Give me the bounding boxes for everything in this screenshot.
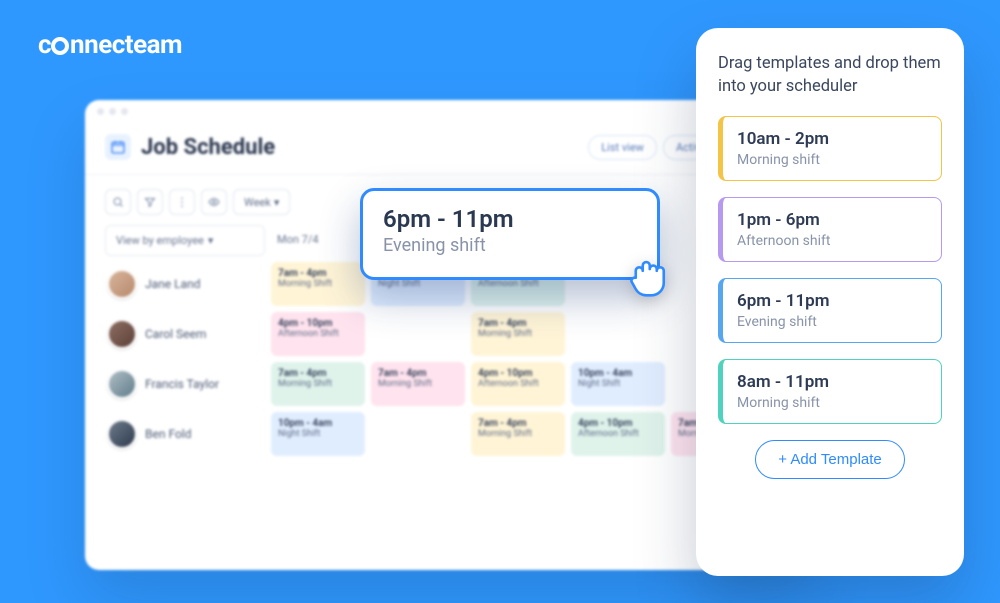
shift-cell[interactable]: 7am - 4pmMorning Shift (371, 362, 465, 406)
search-icon[interactable] (105, 189, 131, 215)
employee-name: Ben Fold (145, 427, 191, 441)
template-time: 10am - 2pm (737, 129, 927, 149)
shift-label: Afternoon Shift (478, 379, 558, 389)
grab-cursor-icon (620, 248, 676, 304)
visibility-icon[interactable] (201, 189, 227, 215)
brand-logo: cnnecteam (38, 30, 182, 60)
shift-cell[interactable]: 4pm - 10pmAfternoon Shift (271, 312, 365, 356)
shift-cell (371, 312, 465, 356)
shift-cell[interactable]: 10pm - 4amNight Shift (271, 412, 365, 456)
shift-cell[interactable]: 4pm - 10pmAfternoon Shift (471, 362, 565, 406)
chevron-down-icon: ▾ (208, 234, 214, 247)
employee-cell[interactable]: Carol Seem (105, 312, 265, 356)
employee-name: Carol Seem (145, 327, 206, 341)
employee-cell[interactable]: Ben Fold (105, 412, 265, 456)
shift-cell[interactable]: 7am - 4pmMorning Shift (271, 362, 365, 406)
dragged-template-card[interactable]: 6pm - 11pm Evening shift (360, 188, 660, 280)
shift-cell[interactable]: 10pm - 4amNight Shift (571, 362, 665, 406)
week-selector[interactable]: Week ▾ (233, 189, 290, 215)
template-label: Morning shift (737, 395, 927, 411)
shift-label: Morning Shift (378, 379, 458, 389)
shift-label: Night Shift (578, 379, 658, 389)
add-template-button[interactable]: + Add Template (755, 440, 905, 479)
shift-time: 7am - 4pm (478, 418, 558, 429)
templates-panel: Drag templates and drop them into your s… (696, 28, 964, 576)
shift-label: Morning Shift (478, 329, 558, 339)
logo-o-icon (51, 37, 69, 55)
avatar (107, 319, 137, 349)
shift-cell (571, 312, 665, 356)
shift-cell[interactable]: 7am - 4pmMorning Shift (471, 412, 565, 456)
schedule-row: Ben Fold 10pm - 4amNight Shift 7am - 4pmMo… (105, 412, 795, 456)
avatar (107, 269, 137, 299)
shift-time: 7am - 4pm (278, 268, 358, 279)
template-label: Afternoon shift (737, 233, 927, 249)
shift-cell (371, 412, 465, 456)
employee-cell[interactable]: Jane Land (105, 262, 265, 306)
shift-time: 7am - 4pm (278, 368, 358, 379)
shift-cell[interactable]: 4pm - 10pmAfternoon Shift (571, 412, 665, 456)
view-by-selector[interactable]: View by employee ▾ (105, 225, 265, 256)
list-view-button[interactable]: List view (588, 135, 657, 160)
employee-name: Jane Land (145, 277, 201, 291)
template-label: Evening shift (737, 314, 927, 330)
shift-label: Night Shift (278, 429, 358, 439)
shift-time: 7am - 4pm (478, 318, 558, 329)
shift-label: Afternoon Shift (278, 329, 358, 339)
shift-label: Morning Shift (278, 379, 358, 389)
template-card[interactable]: 8am - 11pm Morning shift (718, 359, 942, 424)
shift-label: Night Shift (378, 279, 458, 289)
employee-cell[interactable]: Francis Taylor (105, 362, 265, 406)
more-icon[interactable]: ⋮ (169, 189, 195, 215)
shift-time: 4pm - 10pm (478, 368, 558, 379)
panel-title: Drag templates and drop them into your s… (718, 52, 942, 98)
shift-cell[interactable]: 7am - 4pmMorning Shift (471, 312, 565, 356)
dragged-card-time: 6pm - 11pm (383, 205, 637, 233)
calendar-icon (105, 134, 131, 160)
shift-label: Morning Shift (278, 279, 358, 289)
shift-label: Morning Shift (478, 429, 558, 439)
shift-label: Afternoon Shift (578, 429, 658, 439)
template-time: 1pm - 6pm (737, 210, 927, 230)
employee-name: Francis Taylor (145, 377, 219, 391)
day-header: Mon 7/4 (271, 225, 365, 256)
shift-time: 10pm - 4am (578, 368, 658, 379)
logo-text: nnecteam (70, 30, 182, 60)
template-time: 8am - 11pm (737, 372, 927, 392)
shift-time: 10pm - 4am (278, 418, 358, 429)
shift-time: 7am - 4pm (378, 368, 458, 379)
shift-time: 4pm - 10pm (578, 418, 658, 429)
template-card[interactable]: 10am - 2pm Morning shift (718, 116, 942, 181)
avatar (107, 369, 137, 399)
template-card[interactable]: 6pm - 11pm Evening shift (718, 278, 942, 343)
page-title: Job Schedule (141, 135, 582, 160)
dragged-card-label: Evening shift (383, 235, 637, 256)
shift-label: Afternoon Shift (478, 279, 558, 289)
chevron-down-icon: ▾ (274, 196, 280, 209)
shift-time: 4pm - 10pm (278, 318, 358, 329)
shift-cell[interactable]: 7am - 4pmMorning Shift (271, 262, 365, 306)
template-time: 6pm - 11pm (737, 291, 927, 311)
avatar (107, 419, 137, 449)
filter-icon[interactable] (137, 189, 163, 215)
schedule-row: Francis Taylor7am - 4pmMorning Shift7am … (105, 362, 795, 406)
schedule-row: Carol Seem 4pm - 10pmAfternoon Shift 7am -… (105, 312, 795, 356)
template-label: Morning shift (737, 152, 927, 168)
template-card[interactable]: 1pm - 6pm Afternoon shift (718, 197, 942, 262)
